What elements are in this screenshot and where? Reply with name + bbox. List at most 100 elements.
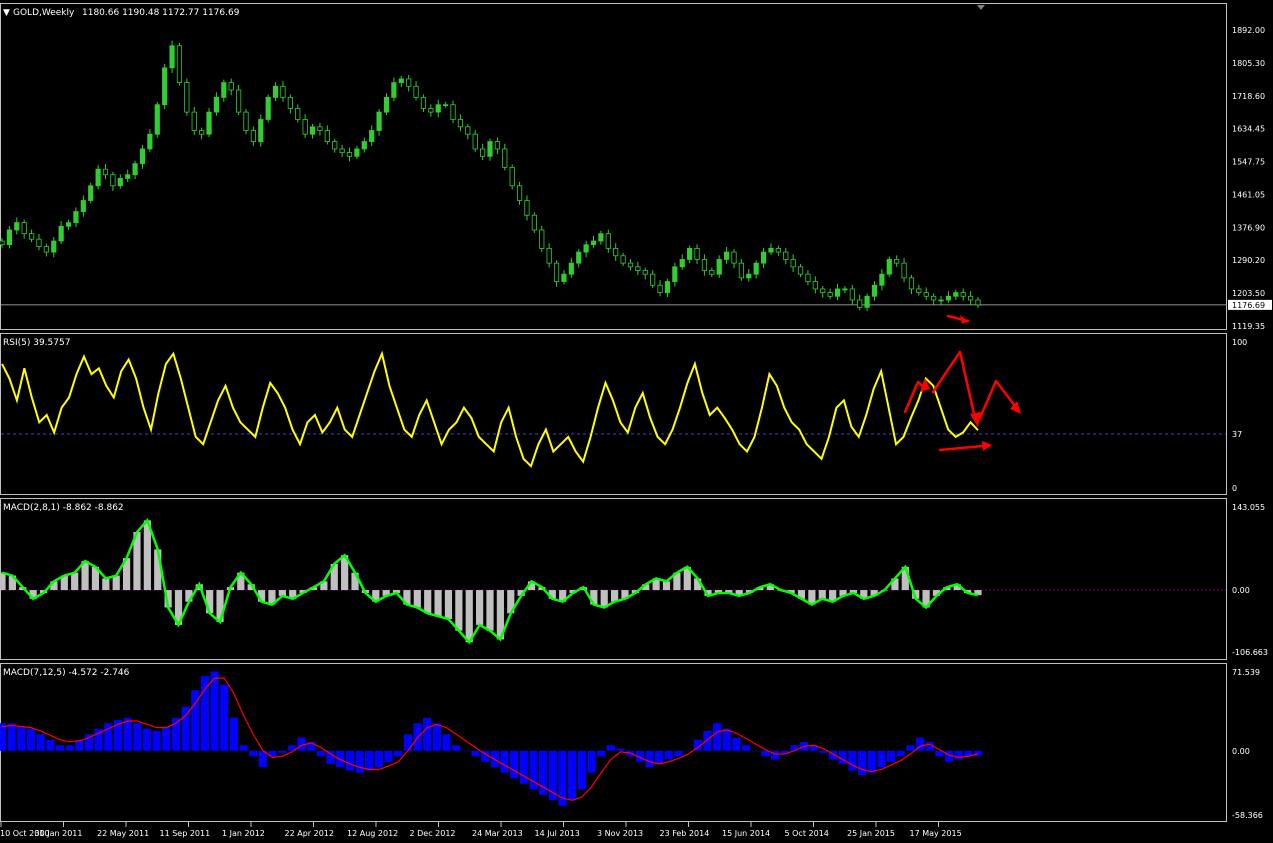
candle-body: [679, 259, 685, 268]
chart-window: ▼ GOLD,Weekly 1180.66 1190.48 1172.77 11…: [0, 0, 1273, 839]
x-tick-label: 24 Mar 2013: [472, 829, 523, 838]
candle-body: [265, 96, 271, 120]
candle-body: [790, 259, 796, 268]
candle-body: [0, 240, 5, 246]
macd2-bar: [500, 750, 509, 773]
candle-body: [465, 126, 471, 135]
macd2-bar: [751, 750, 760, 752]
macd2-bar: [355, 750, 364, 773]
candle-body: [975, 299, 981, 306]
candle-body: [80, 200, 86, 212]
candle-body: [420, 96, 427, 109]
macd2-bar: [597, 750, 606, 757]
macd2-bar: [36, 734, 45, 751]
candle-body: [694, 247, 700, 260]
candle-body: [324, 130, 330, 142]
macd1-bar: [444, 590, 453, 620]
rsi-zigzag-arrow-2: [931, 350, 977, 420]
macd2-bar: [867, 750, 876, 773]
candle-body: [457, 119, 464, 128]
candle-body: [102, 168, 109, 176]
macd1-bar: [0, 572, 6, 591]
macd2-bar: [220, 684, 229, 751]
candle-body: [73, 211, 79, 224]
macd2-bar: [848, 750, 857, 771]
candle-body: [775, 247, 781, 253]
x-tick-label: 23 Feb 2014: [660, 829, 710, 838]
candle-body: [524, 200, 530, 216]
macd2-bar: [152, 730, 161, 751]
candle-body: [664, 281, 671, 294]
candle-body: [960, 292, 966, 297]
rsi-y-tick: 100: [1232, 338, 1247, 347]
macd2-bar: [674, 750, 683, 757]
candle-body: [901, 262, 907, 279]
candle-body: [14, 222, 20, 231]
candle-body: [953, 292, 959, 297]
macd2-bar: [229, 717, 238, 751]
collapse-triangle-icon[interactable]: ▼: [3, 8, 10, 18]
candle-body: [516, 185, 523, 201]
macd2-bar: [65, 745, 74, 751]
macd2-bar: [123, 717, 132, 751]
macd1-bar: [818, 590, 826, 599]
candle-body: [346, 152, 353, 157]
chart-canvas[interactable]: ▼ GOLD,Weekly 1180.66 1190.48 1172.77 11…: [0, 0, 1273, 839]
candle-body: [834, 288, 841, 297]
macd1-bar: [434, 590, 442, 617]
price-y-tick: 1718.60: [1232, 92, 1265, 101]
current-price-label: 1176.69: [1232, 301, 1265, 310]
macd2-bar: [664, 750, 673, 760]
macd1-bar: [424, 590, 432, 614]
candle-body: [236, 89, 242, 113]
candle-body: [243, 111, 249, 131]
candle-body: [428, 108, 434, 113]
candle-body: [95, 168, 101, 187]
candle-body: [509, 166, 515, 187]
candle-body: [672, 266, 678, 282]
rsi-y-tick: 37: [1232, 430, 1242, 439]
candle-body: [701, 259, 708, 271]
price-y-tick: 1203.50: [1232, 289, 1265, 298]
x-tick-label: 17 May 2015: [910, 829, 962, 838]
macd2-bar: [365, 750, 374, 771]
candle-body: [125, 174, 131, 179]
rsi-zigzag-arrow-3: [978, 379, 1017, 420]
price-y-tick: 1290.20: [1232, 256, 1265, 265]
candle-body: [938, 299, 944, 302]
chart-shift-marker-icon[interactable]: [977, 5, 985, 10]
macd2-bar: [471, 750, 480, 757]
macd1-y-tick: 0.00: [1232, 586, 1250, 595]
macd2-bar: [442, 734, 451, 751]
candle-body: [923, 292, 929, 297]
candle-body: [472, 133, 478, 150]
macd2-bar: [684, 750, 693, 752]
candle-body: [783, 251, 789, 260]
candle-body: [583, 244, 589, 253]
candle-body: [376, 111, 382, 131]
macd2-bar: [722, 728, 731, 751]
candle-body: [494, 141, 500, 150]
candle-body: [613, 247, 619, 257]
candle-body: [369, 130, 375, 142]
macd2-bar: [278, 750, 287, 753]
candle-body: [553, 262, 560, 282]
macd2-series: [0, 671, 983, 806]
candle-body: [635, 266, 641, 271]
x-tick-label: 1 Jan 2012: [222, 829, 265, 838]
candle-body: [280, 85, 286, 98]
candle-body: [287, 96, 293, 109]
x-tick-label: 22 May 2011: [97, 829, 149, 838]
candle-body: [302, 119, 308, 135]
macd2-title: MACD(7,12,5) -4.572 -2.746: [3, 668, 130, 678]
macd2-bar: [896, 750, 905, 757]
macd2-bar: [55, 745, 65, 751]
candle-body: [908, 277, 915, 290]
candle-body: [406, 78, 412, 87]
candle-body: [191, 111, 197, 131]
candle-body: [620, 255, 626, 264]
candle-body: [724, 251, 730, 260]
candle-body: [916, 288, 922, 294]
candle-body: [650, 273, 656, 286]
candle-body: [21, 222, 27, 235]
